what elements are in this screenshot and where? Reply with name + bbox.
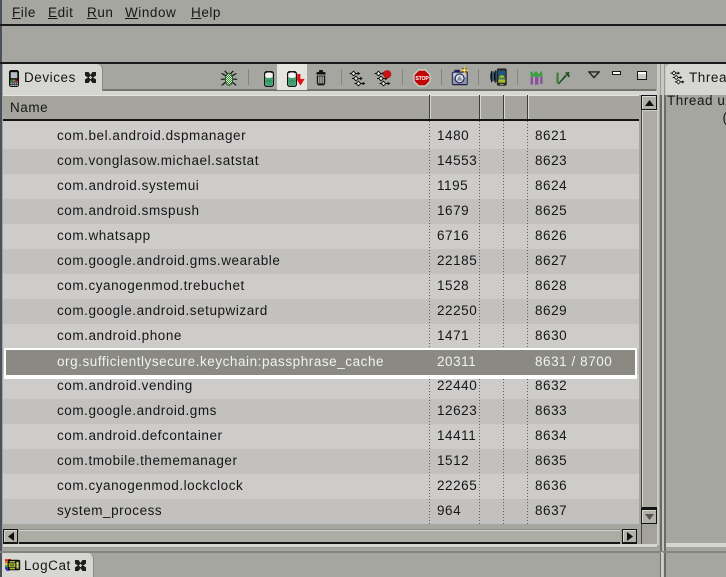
svg-text:STOP: STOP [415, 76, 429, 82]
